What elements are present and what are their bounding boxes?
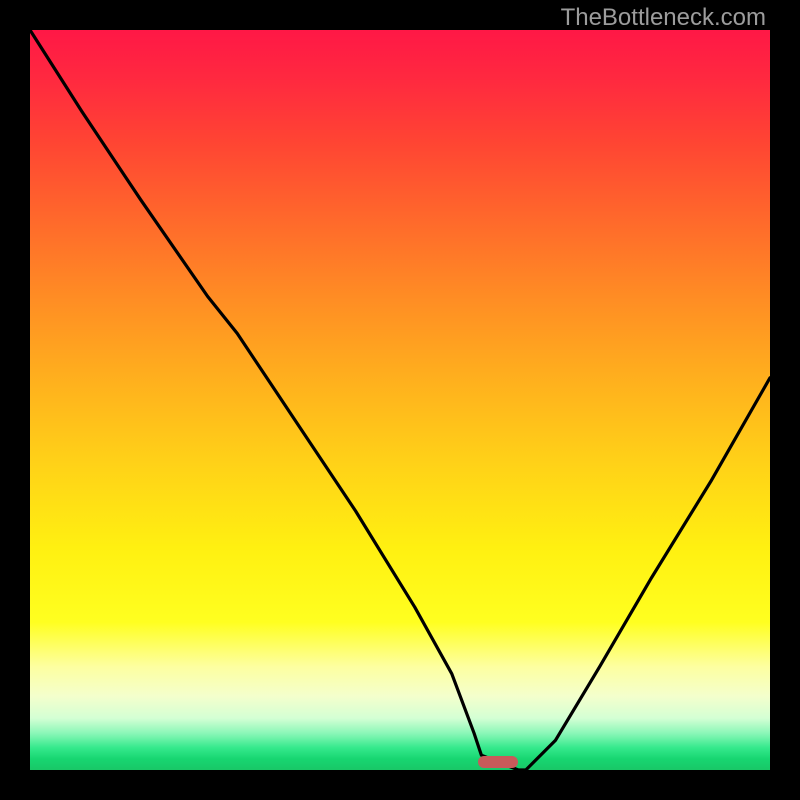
plot-area bbox=[30, 30, 770, 770]
chart-frame: TheBottleneck.com bbox=[0, 0, 800, 800]
bottleneck-curve bbox=[30, 30, 770, 770]
optimal-marker bbox=[478, 756, 519, 768]
watermark-text: TheBottleneck.com bbox=[561, 4, 766, 32]
curve-path bbox=[30, 30, 770, 770]
